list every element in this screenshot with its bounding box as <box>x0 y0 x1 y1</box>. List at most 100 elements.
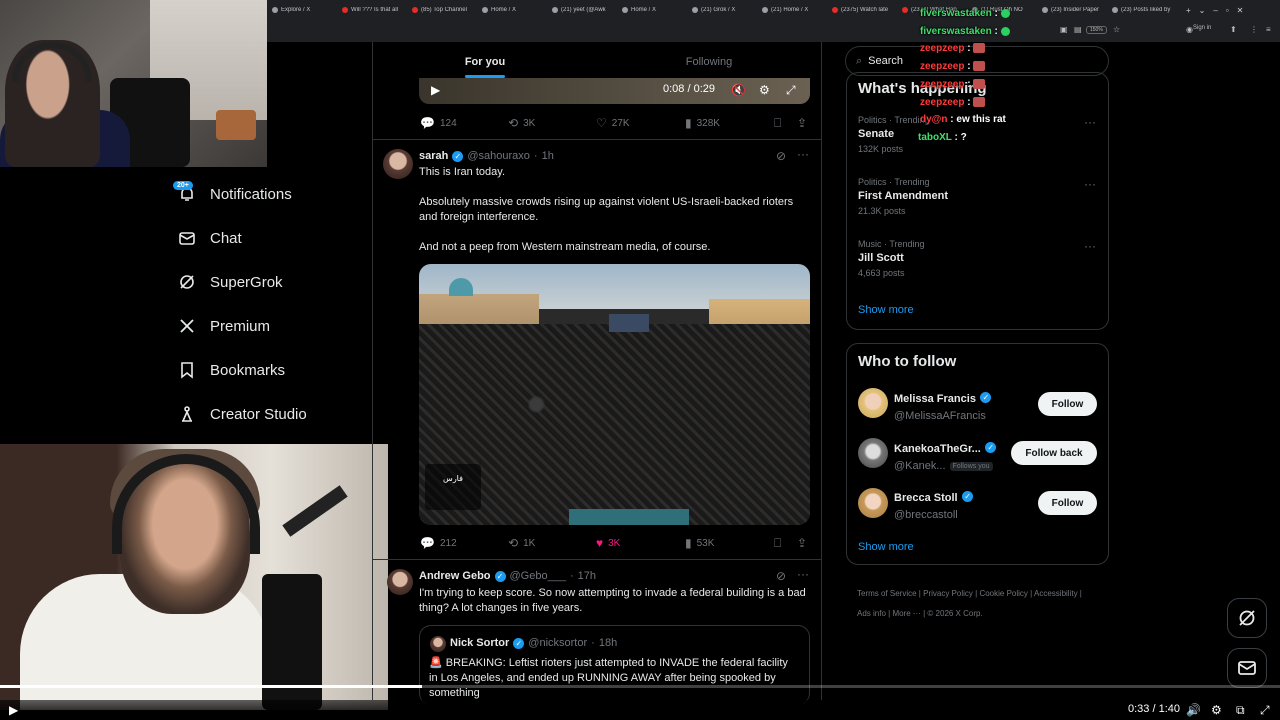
grok-fab[interactable] <box>1227 598 1267 638</box>
browser-tab[interactable]: Home / X <box>618 7 688 13</box>
bookmark-post-button[interactable]: ⎕ <box>774 116 781 131</box>
nav-bookmarks[interactable]: Bookmarks <box>178 361 285 379</box>
follow-button[interactable]: Follow <box>1038 392 1097 416</box>
chat-username[interactable]: taboXL <box>918 132 952 143</box>
video-player[interactable]: ▶ 0:08 / 0:29 🔇 ⚙ ⤢ <box>419 78 810 104</box>
grok-icon[interactable]: ⊘ <box>776 149 786 163</box>
follow-suggestion[interactable]: KanekoaTheGr... ✓ @Kanek... Follows you <box>894 439 997 472</box>
minimize-icon[interactable]: – <box>1213 6 1217 15</box>
chat-username[interactable]: fiverswastaken <box>920 26 992 37</box>
tab-for-you[interactable]: For you <box>373 42 597 82</box>
browser-tab[interactable]: (21) Grok / X <box>688 7 758 13</box>
chat-username[interactable]: fiverswastaken <box>920 8 992 19</box>
trend-item[interactable]: Politics · Trending First Amendment 21.3… <box>858 177 1098 216</box>
nav-premium[interactable]: Premium <box>178 317 270 335</box>
avatar[interactable] <box>383 149 413 179</box>
chat-username[interactable]: zeepzeep <box>920 79 964 90</box>
more-icon[interactable]: ··· <box>1084 177 1096 191</box>
avatar[interactable] <box>387 569 413 595</box>
avatar[interactable] <box>858 488 888 518</box>
views-button[interactable]: ▮ 328K <box>685 116 720 130</box>
tab-following[interactable]: Following <box>597 42 821 82</box>
bookmark-post-button[interactable]: ⎕ <box>774 536 781 551</box>
like-button[interactable]: ♥ 3K <box>596 536 620 550</box>
play-icon[interactable]: ▶ <box>431 83 440 97</box>
browser-tab[interactable]: (2375) Watch late <box>828 7 898 13</box>
menu-icon[interactable]: ≡ <box>1266 25 1271 34</box>
close-icon[interactable]: ✕ <box>1237 6 1244 15</box>
star-icon[interactable]: ☆ <box>1113 25 1120 34</box>
maximize-icon[interactable]: ▫ <box>1226 6 1229 15</box>
sign-in-button[interactable]: Sign in <box>1193 25 1211 31</box>
follow-button[interactable]: Follow <box>1038 491 1097 515</box>
browser-tab[interactable]: Explore / X <box>268 7 338 13</box>
footer-link[interactable]: Cookie Policy <box>979 589 1027 598</box>
browser-tab[interactable]: (23) Insider Paper <box>1038 7 1108 13</box>
theater-icon[interactable]: ⧉ <box>1236 703 1245 718</box>
share-post-button[interactable]: ⇪ <box>797 536 807 550</box>
footer-link[interactable]: More ··· <box>892 609 920 618</box>
author-name[interactable]: Andrew Gebo <box>419 570 491 582</box>
grok-icon[interactable]: ⊘ <box>776 569 786 583</box>
footer-link[interactable]: Accessibility <box>1034 589 1078 598</box>
volume-icon[interactable]: 🔊 <box>1186 703 1201 717</box>
nav-notifications[interactable]: Notifications <box>178 185 292 203</box>
settings-icon[interactable]: ⚙ <box>1211 703 1222 717</box>
browser-tab[interactable]: (21) Home / X <box>758 7 828 13</box>
browser-tab[interactable]: (85) Top Channel <box>408 7 478 13</box>
avatar[interactable] <box>858 388 888 418</box>
quoted-post[interactable]: Nick Sortor ✓ @nicksortor · 18h 🚨 BREAKI… <box>419 625 810 705</box>
new-tab-icon[interactable]: + <box>1186 6 1191 15</box>
follow-suggestion[interactable]: Brecca Stoll ✓ @breccastoll <box>894 488 974 521</box>
share-post-button[interactable]: ⇪ <box>797 116 807 130</box>
chat-username[interactable]: dy@n <box>920 114 948 125</box>
chat-username[interactable]: zeepzeep <box>920 97 964 108</box>
play-icon[interactable]: ▶ <box>9 703 18 717</box>
browser-tab[interactable]: (23) Posts liked by <box>1108 7 1178 13</box>
zoom-indicator[interactable]: 150% <box>1086 26 1107 34</box>
video-progress-bar[interactable] <box>0 685 1280 688</box>
reply-button[interactable]: 💬 124 <box>420 116 457 130</box>
nav-chat[interactable]: Chat <box>178 229 242 247</box>
reply-button[interactable]: 💬 212 <box>420 536 457 550</box>
settings-icon[interactable]: ⚙ <box>759 83 770 97</box>
fullscreen-icon[interactable]: ⤢ <box>1260 703 1270 718</box>
tab-list-icon[interactable]: ⌄ <box>1199 6 1206 15</box>
post-time[interactable]: 17h <box>578 570 596 582</box>
show-more-link[interactable]: Show more <box>858 304 914 316</box>
browser-tab[interactable]: Home / X <box>478 7 548 13</box>
browser-tab[interactable]: (21) yeet (@Awk <box>548 7 618 13</box>
mute-icon[interactable]: 🔇 <box>731 83 746 97</box>
like-button[interactable]: ♡ 27K <box>596 116 630 130</box>
account-icon[interactable]: ◉ <box>1186 25 1193 34</box>
reader-icon[interactable]: ▤ <box>1074 25 1082 34</box>
author-handle[interactable]: @sahouraxo <box>467 150 530 162</box>
nav-creator-studio[interactable]: Creator Studio <box>178 405 307 423</box>
share-icon[interactable]: ⬆ <box>1230 25 1237 34</box>
author-handle[interactable]: @Gebo___ <box>510 570 566 582</box>
fullscreen-icon[interactable]: ⤢ <box>786 83 796 98</box>
chat-username[interactable]: zeepzeep <box>920 61 964 72</box>
screenshot-icon[interactable]: ▣ <box>1060 25 1068 34</box>
post-image[interactable]: فارس <box>419 264 810 525</box>
repost-button[interactable]: ⟲ 1K <box>508 536 535 550</box>
more-icon[interactable]: ··· <box>1084 115 1096 129</box>
show-more-link[interactable]: Show more <box>858 541 914 553</box>
footer-link[interactable]: Ads info <box>857 609 886 618</box>
more-icon[interactable]: ··· <box>1084 239 1096 253</box>
chat-username[interactable]: zeepzeep <box>920 43 964 54</box>
post-time[interactable]: 1h <box>542 150 554 162</box>
repost-button[interactable]: ⟲ 3K <box>508 116 535 130</box>
more-icon[interactable]: ··· <box>797 147 809 161</box>
trend-item[interactable]: Music · Trending Jill Scott 4,663 posts <box>858 239 1098 278</box>
nav-supergrok[interactable]: SuperGrok <box>178 273 283 291</box>
browser-tab[interactable]: Will ??? Is that all <box>338 7 408 13</box>
follow-suggestion[interactable]: Melissa Francis ✓ @MelissaAFrancis <box>894 389 992 422</box>
footer-link[interactable]: Terms of Service <box>857 589 917 598</box>
more-icon[interactable]: ··· <box>797 567 809 581</box>
author-name[interactable]: sarah <box>419 150 448 162</box>
follow-back-button[interactable]: Follow back <box>1011 441 1097 465</box>
extensions-icon[interactable]: ⋮ <box>1250 25 1258 34</box>
views-button[interactable]: ▮ 53K <box>685 536 714 550</box>
avatar[interactable] <box>858 438 888 468</box>
